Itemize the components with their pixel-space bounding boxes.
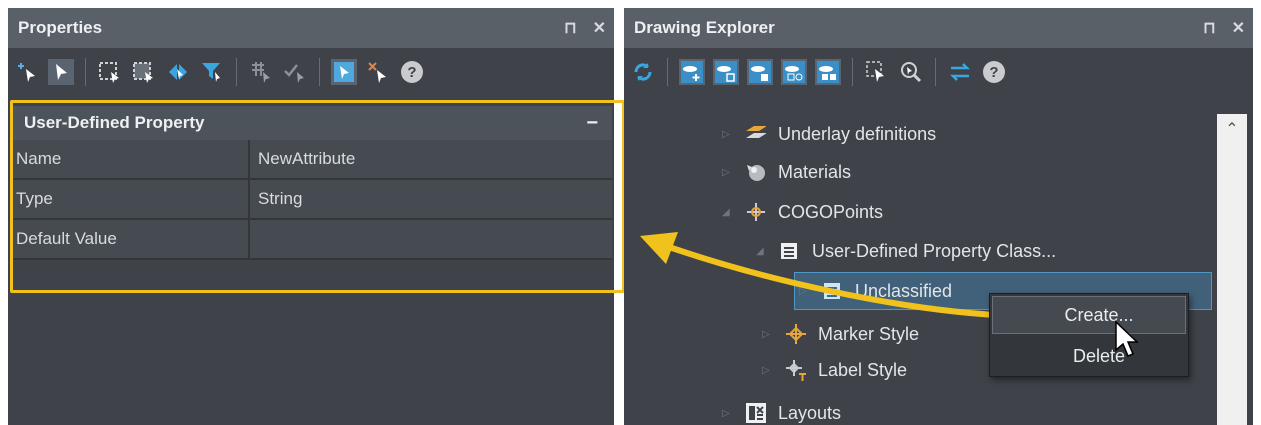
refresh-icon[interactable] <box>630 59 656 85</box>
property-class-icon <box>778 240 800 262</box>
view-square-icon[interactable] <box>713 59 739 85</box>
tree-item-layouts[interactable]: ▷ Layouts <box>722 395 841 425</box>
expand-icon[interactable]: ▷ <box>722 129 732 140</box>
swap-selection-icon[interactable] <box>165 59 191 85</box>
tree-item-underlay-definitions[interactable]: ▷ Underlay definitions <box>722 116 936 152</box>
view-multi-icon[interactable] <box>781 59 807 85</box>
section-header[interactable]: User-Defined Property − <box>10 106 612 140</box>
toolbar-separator <box>236 58 237 86</box>
properties-title: Properties <box>18 18 103 37</box>
tree-item-label: Layouts <box>778 402 842 423</box>
property-label: Name <box>10 140 250 178</box>
property-row-default-value: Default Value <box>10 220 612 260</box>
collapse-icon[interactable]: − <box>586 112 598 135</box>
expand-icon[interactable]: ▷ <box>722 167 732 178</box>
collapse-tree-icon[interactable]: ◢ <box>756 246 766 257</box>
expand-icon[interactable]: ▷ <box>799 286 809 297</box>
grid-select-icon[interactable] <box>248 59 274 85</box>
add-view-icon[interactable] <box>679 59 705 85</box>
property-row-type: Type String <box>10 180 612 220</box>
tree-item-materials[interactable]: ▷ Materials <box>722 154 851 190</box>
close-icon[interactable]: ✕ <box>1232 18 1245 38</box>
property-label: Type <box>10 180 250 218</box>
explorer-titlebar: Drawing Explorer ⊓ ✕ <box>624 8 1253 48</box>
scroll-up-icon[interactable]: ⌃ <box>1217 114 1247 144</box>
tree-item-label: Marker Style <box>818 323 920 344</box>
crossing-select-icon[interactable] <box>131 59 157 85</box>
filter-icon[interactable] <box>199 59 225 85</box>
tree-item-label: User-Defined Property Class... <box>812 240 1057 261</box>
materials-icon <box>744 161 766 183</box>
pin-icon[interactable]: ⊓ <box>564 18 576 38</box>
swap-icon[interactable] <box>947 59 973 85</box>
tree-item-user-defined-property-classes[interactable]: ◢ User-Defined Property Class... <box>756 233 1056 269</box>
tree-item-label: Materials <box>778 161 852 182</box>
view-fill-icon[interactable] <box>747 59 773 85</box>
property-label: Default Value <box>10 220 250 258</box>
explorer-title: Drawing Explorer <box>634 18 775 37</box>
help-icon[interactable]: ? <box>399 59 425 85</box>
label-style-icon <box>784 359 806 381</box>
user-defined-property-section: User-Defined Property − Name NewAttribut… <box>10 106 612 260</box>
tree-item-cogopoints[interactable]: ◢ COGOPoints <box>722 194 883 230</box>
properties-titlebar: Properties ⊓ ✕ <box>8 8 614 48</box>
toolbar-separator <box>935 58 936 86</box>
property-class-icon <box>821 280 843 302</box>
toolbar-separator <box>85 58 86 86</box>
underlay-icon <box>744 123 766 145</box>
add-select-icon[interactable] <box>14 59 40 85</box>
window-select-icon[interactable] <box>97 59 123 85</box>
context-delete-item[interactable]: Delete <box>990 336 1188 376</box>
cogo-point-icon <box>744 201 766 223</box>
select-objects-icon[interactable] <box>864 59 890 85</box>
tree-item-label: COGOPoints <box>778 201 884 222</box>
zoom-icon[interactable] <box>898 59 924 85</box>
default-value-field[interactable] <box>250 220 612 258</box>
pick-object-icon[interactable] <box>331 59 357 85</box>
context-create-item[interactable]: Create... <box>992 296 1186 334</box>
toolbar-separator <box>852 58 853 86</box>
expand-icon[interactable]: ▷ <box>762 329 772 340</box>
type-value-field[interactable]: String <box>250 180 612 218</box>
properties-toolbar: ? <box>8 48 614 96</box>
deselect-icon[interactable] <box>365 59 391 85</box>
view-split-icon[interactable] <box>815 59 841 85</box>
tree-item-label: Label Style <box>818 359 908 380</box>
expand-icon[interactable]: ▷ <box>762 365 772 376</box>
tree-item-label-style[interactable]: ▷ Label Style <box>762 352 907 388</box>
expand-icon[interactable]: ▷ <box>722 408 732 419</box>
marker-style-icon <box>784 323 806 345</box>
help-icon[interactable]: ? <box>981 59 1007 85</box>
collapse-tree-icon[interactable]: ◢ <box>722 207 732 218</box>
tree-item-marker-style[interactable]: ▷ Marker Style <box>762 316 919 352</box>
pin-icon[interactable]: ⊓ <box>1203 18 1215 38</box>
tree-item-label: Underlay definitions <box>778 123 937 144</box>
close-icon[interactable]: ✕ <box>593 18 606 38</box>
name-value-field[interactable]: NewAttribute <box>250 140 612 178</box>
layouts-icon <box>744 402 766 424</box>
context-menu: Create... Delete <box>989 293 1189 377</box>
tree-item-label: Unclassified <box>855 280 953 301</box>
tree-scrollbar[interactable]: ⌃ <box>1217 114 1247 425</box>
toolbar-separator <box>319 58 320 86</box>
toolbar-separator <box>667 58 668 86</box>
explorer-toolbar: ? <box>624 48 1253 96</box>
select-arrow-icon[interactable] <box>48 59 74 85</box>
property-row-name: Name NewAttribute <box>10 140 612 180</box>
check-select-icon[interactable] <box>282 59 308 85</box>
section-title: User-Defined Property <box>24 113 205 132</box>
